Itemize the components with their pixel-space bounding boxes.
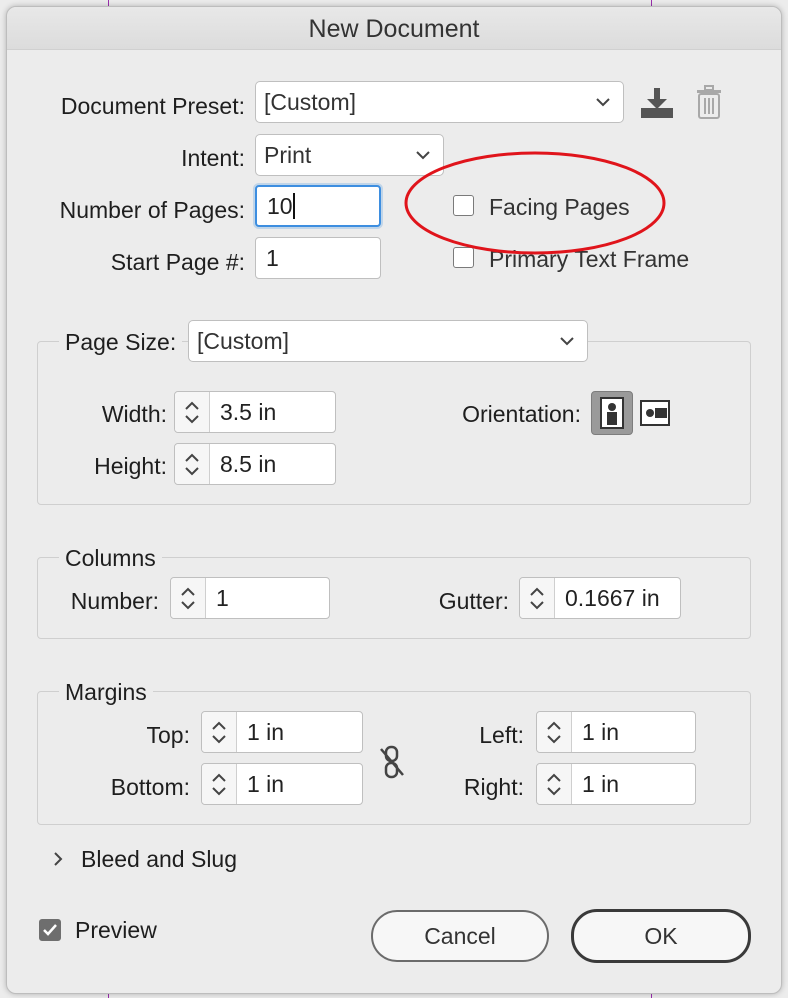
margin-left-label: Left: (479, 722, 524, 748)
save-preset-icon[interactable] (639, 86, 675, 125)
width-stepper[interactable]: 3.5 in (174, 391, 336, 433)
intent-value: Print (264, 142, 312, 168)
stepper-arrows-icon[interactable] (175, 444, 210, 484)
margin-left-stepper[interactable]: 1 in (536, 711, 696, 753)
margins-title: Margins (59, 677, 153, 707)
columns-title: Columns (59, 543, 162, 573)
start-page-label: Start Page #: (110, 249, 245, 275)
page-size-label: Page Size: (59, 327, 183, 357)
columns-number-label: Number: (70, 588, 159, 614)
delete-preset-icon[interactable] (696, 85, 722, 124)
page-size-value: [Custom] (197, 328, 290, 354)
margin-top-label: Top: (146, 722, 190, 748)
unlinked-chain-icon[interactable] (377, 744, 407, 785)
stepper-arrows-icon[interactable] (537, 764, 572, 804)
cancel-button[interactable]: Cancel (371, 910, 549, 962)
margin-right-value: 1 in (582, 771, 620, 797)
stepper-arrows-icon[interactable] (520, 578, 555, 618)
start-page-value: 1 (266, 245, 279, 271)
height-value: 8.5 in (220, 451, 277, 477)
portrait-orientation-icon[interactable] (591, 391, 633, 435)
columns-number-value: 1 (216, 585, 229, 611)
start-page-input[interactable]: 1 (255, 237, 381, 279)
width-value: 3.5 in (220, 399, 277, 425)
stepper-arrows-icon[interactable] (171, 578, 206, 618)
chevron-down-icon (595, 82, 611, 134)
gutter-label: Gutter: (438, 588, 509, 614)
number-of-pages-label: Number of Pages: (59, 197, 245, 223)
chevron-down-icon (559, 321, 575, 373)
stepper-arrows-icon[interactable] (537, 712, 572, 752)
preview-label[interactable]: Preview (75, 915, 157, 945)
gutter-stepper[interactable]: 0.1667 in (519, 577, 681, 619)
margin-bottom-stepper[interactable]: 1 in (201, 763, 363, 805)
margin-right-label: Right: (463, 774, 524, 800)
text-caret (292, 193, 295, 219)
chevron-right-icon[interactable] (51, 847, 65, 876)
bleed-and-slug-toggle[interactable]: Bleed and Slug (81, 844, 237, 874)
margin-bottom-value: 1 in (247, 771, 285, 797)
checkmark-icon (43, 924, 57, 936)
height-stepper[interactable]: 8.5 in (174, 443, 336, 485)
stepper-arrows-icon[interactable] (202, 712, 237, 752)
orientation-label: Orientation: (462, 401, 581, 427)
margin-top-value: 1 in (247, 719, 285, 745)
landscape-orientation-icon[interactable] (639, 395, 673, 431)
document-preset-label: Document Preset: (60, 93, 245, 119)
page-size-select[interactable]: [Custom] (188, 320, 588, 362)
annotation-circle (404, 151, 666, 255)
stepper-arrows-icon[interactable] (175, 392, 210, 432)
intent-label: Intent: (181, 145, 245, 171)
gutter-value: 0.1667 in (565, 585, 660, 611)
number-of-pages-value: 10 (267, 193, 293, 219)
preview-checkbox[interactable] (39, 919, 61, 941)
number-of-pages-input[interactable]: 10 (255, 185, 381, 227)
margin-right-stepper[interactable]: 1 in (536, 763, 696, 805)
height-label: Height: (94, 453, 167, 479)
stepper-arrows-icon[interactable] (202, 764, 237, 804)
width-label: Width: (101, 401, 167, 427)
ok-button[interactable]: OK (571, 909, 751, 963)
margin-top-stepper[interactable]: 1 in (201, 711, 363, 753)
margin-bottom-label: Bottom: (110, 774, 190, 800)
document-preset-select[interactable]: [Custom] (255, 81, 624, 123)
margin-left-value: 1 in (582, 719, 620, 745)
columns-number-stepper[interactable]: 1 (170, 577, 330, 619)
window-title: New Document (7, 7, 781, 50)
new-document-dialog: New Document Document Preset: [Custom] I… (6, 6, 782, 994)
document-preset-value: [Custom] (264, 89, 357, 115)
